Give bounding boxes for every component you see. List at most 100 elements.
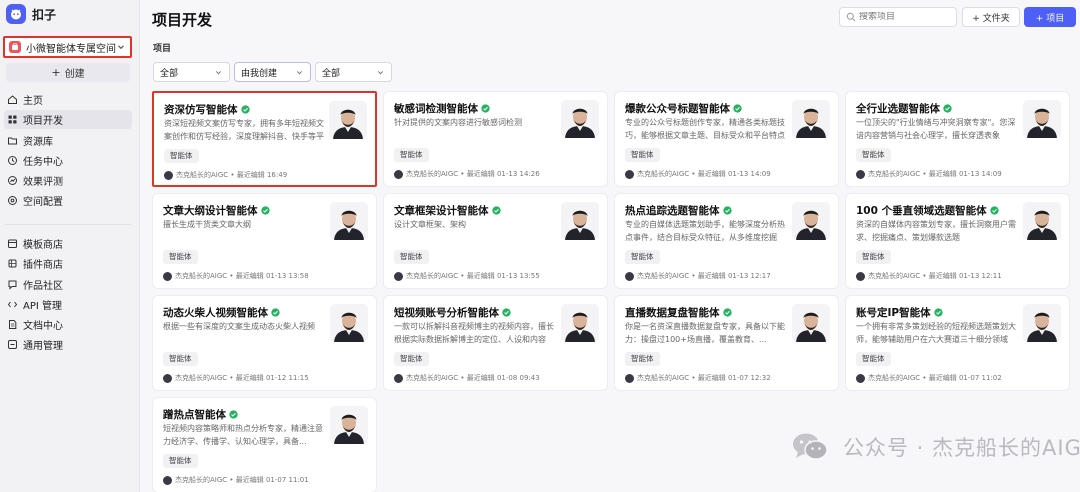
card-description: 短视频内容策略师和热点分析专家，精通注意力经济学、传播学、认知心理学，具备... xyxy=(163,424,323,446)
create-button-label: 创建 xyxy=(64,69,85,80)
sidebar-item-doc[interactable]: 文档中心 xyxy=(4,315,132,334)
sidebar-item-plugin[interactable]: 插件商店 xyxy=(4,254,132,273)
author-avatar-icon xyxy=(625,169,634,179)
sidebar-item-grid[interactable]: 项目开发 xyxy=(4,110,132,130)
sidebar-item-home[interactable]: 主页 xyxy=(4,90,132,109)
card-meta: 杰克船长的AIGC • 最近编辑 01-13 14:09 xyxy=(625,169,771,179)
sidebar-item-community[interactable]: 作品社区 xyxy=(4,275,132,294)
new-folder-button[interactable]: + 文件夹 xyxy=(962,7,1020,27)
sidebar-item-label: 资源库 xyxy=(23,136,53,148)
agent-avatar xyxy=(1023,304,1061,342)
sidebar-item-clock[interactable]: 任务中心 xyxy=(4,151,132,170)
nav-primary: 主页项目开发资源库任务中心效果评测空间配置 xyxy=(4,90,132,212)
store-icon xyxy=(8,239,17,248)
card-title: 文章大纲设计智能体 xyxy=(163,203,270,218)
agent-avatar xyxy=(792,304,830,342)
space-selector[interactable]: 小微智能体专属空间 xyxy=(3,36,132,58)
project-card[interactable]: 热点追踪选题智能体专业的自媒体选题策划助手，能够深度分析热点事件，结合目标受众特… xyxy=(614,193,839,289)
card-type-tag: 智能体 xyxy=(394,148,429,162)
project-card[interactable]: 动态火柴人视频智能体 根据一些有深度的文案生成动态火柴人视频 智能体 杰克船长的AIG… xyxy=(152,295,377,391)
card-meta: 杰克船长的AIGC • 最近编辑 01-07 11:02 xyxy=(856,373,1002,383)
sidebar-item-label: 作品社区 xyxy=(23,280,63,292)
card-title: 直播数据复盘智能体 xyxy=(625,305,732,320)
card-title: 蹭热点智能体 xyxy=(163,407,238,422)
sidebar-item-label: 文档中心 xyxy=(23,321,63,333)
sidebar-item-chart[interactable]: 效果评测 xyxy=(4,171,132,190)
card-type-tag: 智能体 xyxy=(394,352,429,366)
author-avatar-icon xyxy=(856,373,865,383)
project-card[interactable]: 100 个垂直领域选题智能体 资深的自媒体内容策划专家，擅长洞察用户需求、挖掘痛点… xyxy=(845,193,1070,289)
sidebar-item-manage[interactable]: 通用管理 xyxy=(4,335,132,354)
card-type-tag: 智能体 xyxy=(163,250,198,264)
search-box[interactable] xyxy=(839,7,957,27)
verified-icon xyxy=(229,410,238,419)
verified-icon xyxy=(989,206,999,215)
card-description: 一个拥有非常多策划经验的短视频选题策划大师，能够辅助用户在六大赛道三十细分领域 xyxy=(856,322,1016,344)
sidebar-item-label: 通用管理 xyxy=(23,341,63,353)
agent-avatar xyxy=(330,202,368,240)
agent-avatar xyxy=(1023,202,1061,240)
card-meta: 杰克船长的AIGC • 最近编辑 01-07 11:01 xyxy=(163,475,309,485)
verified-icon xyxy=(722,308,732,317)
card-type-tag: 智能体 xyxy=(625,148,660,162)
wechat-icon xyxy=(793,433,828,460)
sidebar-item-folder[interactable]: 资源库 xyxy=(4,131,132,150)
project-card[interactable]: 爆款公众号标题智能体专业的公众号标题创作专家，精通各类标题技巧，能够根据文章主题… xyxy=(614,91,839,187)
filter-status[interactable]: 全部 xyxy=(315,62,392,82)
filter-type[interactable]: 全部 xyxy=(153,62,230,82)
card-type-tag: 智能体 xyxy=(856,250,891,264)
card-meta: 杰克船长的AIGC • 最近编辑 01-13 12:11 xyxy=(856,271,1002,281)
project-card[interactable]: 账号定IP智能体一个拥有非常多策划经验的短视频选题策划大师，能够辅助用户在六大赛… xyxy=(845,295,1070,391)
sidebar-item-label: 任务中心 xyxy=(23,156,63,168)
card-description: 根据一些有深度的文案生成动态火柴人视频 xyxy=(163,322,315,331)
filter-creator[interactable]: 由我创建 xyxy=(234,62,311,82)
search-input[interactable] xyxy=(859,12,954,22)
project-card[interactable]: 短视频账号分析智能体 一款可以拆解抖音视频博主的视频内容，擅长根据实际数据拆解博主… xyxy=(383,295,608,391)
project-card[interactable]: 蹭热点智能体短视频内容策略师和热点分析专家，精通注意力经济学、传播学、认知心理学… xyxy=(152,397,377,492)
space-icon xyxy=(9,41,21,53)
new-project-button[interactable]: + 项目 xyxy=(1024,7,1076,27)
doc-icon xyxy=(9,320,17,330)
sidebar: 扣子 小微智能体专属空间 + 创建 主页 项目开发 资源库 任务中心 效果评测 空间配置 … xyxy=(0,0,140,492)
author-avatar-icon xyxy=(625,271,634,281)
card-description: 资深的自媒体内容策划专家，擅长洞察用户需求、挖掘痛点、策划爆款选题 xyxy=(856,220,1016,242)
author-avatar-icon xyxy=(394,373,403,383)
sidebar-item-api[interactable]: API 管理 xyxy=(4,295,132,314)
agent-avatar xyxy=(561,202,599,240)
project-card[interactable]: 直播数据复盘智能体 你是一名资深直播数据复盘专家，具备以下能力：操盘过100+场直… xyxy=(614,295,839,391)
sidebar-item-label: 空间配置 xyxy=(23,197,63,209)
author-avatar-icon xyxy=(856,271,865,281)
card-meta: 杰克船长的AIGC • 最近编辑 01-13 12:17 xyxy=(625,271,771,281)
card-meta: 杰克船长的AIGC • 最近编辑 01-08 09:43 xyxy=(394,373,540,383)
project-card[interactable]: 全行业选题智能体 一位顶尖的"行业情绪与冲突洞察专家"。您深谙内容营销与社会心理学… xyxy=(845,91,1070,187)
project-card[interactable]: 文章大纲设计智能体擅长生成干货类文章大纲智能体杰克船长的AIGC • 最近编辑 … xyxy=(152,193,377,289)
create-button[interactable]: + 创建 xyxy=(6,63,130,82)
author-avatar-icon xyxy=(163,271,172,281)
verified-icon xyxy=(733,104,742,113)
card-meta: 杰克船长的AIGC • 最近编辑 01-07 12:32 xyxy=(625,373,771,383)
sidebar-item-settings[interactable]: 空间配置 xyxy=(4,191,132,210)
brand[interactable]: 扣子 xyxy=(6,3,56,25)
card-title: 账号定IP智能体 xyxy=(856,305,943,320)
author-avatar-icon xyxy=(164,170,173,180)
author-avatar-icon xyxy=(856,169,865,179)
sidebar-item-label: 项目开发 xyxy=(23,116,63,128)
card-title: 热点追踪选题智能体 xyxy=(625,203,732,218)
card-description: 专业的自媒体选题策划助手，能够深度分析热点事件，结合目标受众特征，从多维度挖掘 xyxy=(625,220,785,242)
card-description: 专业的公众号标题创作专家，精通各类标题技巧，能够根据文章主题、目标受众和平台特点 xyxy=(625,118,785,140)
community-icon xyxy=(8,280,17,290)
api-icon xyxy=(7,301,18,308)
agent-avatar xyxy=(329,101,367,139)
project-card[interactable]: 敏感词检测智能体 针对提供的文案内容进行敏感词检测 智能体 杰克船长的AIGC • 最… xyxy=(383,91,608,187)
card-description: 擅长生成干货类文章大纲 xyxy=(163,220,251,229)
agent-avatar xyxy=(330,406,368,444)
project-card[interactable]: 文章框架设计智能体 设计文章框架、架构 智能体 杰克船长的AIGC • 最近编辑 01… xyxy=(383,193,608,289)
card-type-tag: 智能体 xyxy=(394,250,429,264)
chevron-down-icon xyxy=(215,70,222,74)
card-title: 爆款公众号标题智能体 xyxy=(625,101,742,116)
sidebar-item-store[interactable]: 模板商店 xyxy=(4,234,132,253)
agent-avatar xyxy=(561,304,599,342)
card-meta: 杰克船长的AIGC • 最近编辑 01-13 13:58 xyxy=(163,271,309,281)
project-card[interactable]: 资深仿写智能体 资深短视频文案仿写专家，拥有多年短视频文案创作和仿写经验，深度理解… xyxy=(152,91,377,187)
verified-icon xyxy=(933,308,943,317)
